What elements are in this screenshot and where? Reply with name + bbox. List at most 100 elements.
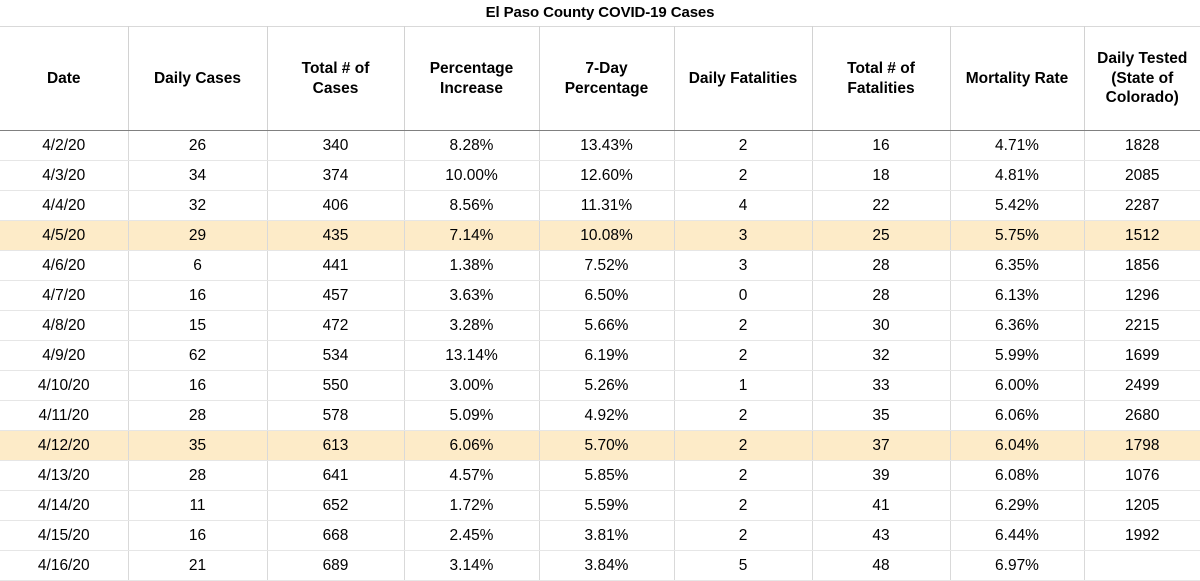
table-row[interactable]: 4/10/20 16 550 3.00% 5.26% 1 33 6.00% 2499 bbox=[0, 370, 1200, 401]
cell-tested[interactable]: 1828 bbox=[1084, 130, 1200, 161]
cell-date[interactable]: 4/15/20 bbox=[0, 520, 129, 551]
cell-date[interactable]: 4/4/20 bbox=[0, 190, 129, 221]
cell-tfat[interactable]: 35 bbox=[812, 400, 951, 431]
cell-daily[interactable]: 28 bbox=[128, 460, 268, 491]
cell-tested[interactable]: 1076 bbox=[1084, 460, 1200, 491]
cell-mort[interactable]: 6.13% bbox=[950, 280, 1085, 311]
cell-mort[interactable]: 6.00% bbox=[950, 370, 1085, 401]
cell-dfat[interactable]: 2 bbox=[674, 400, 813, 431]
cell-date[interactable]: 4/10/20 bbox=[0, 370, 129, 401]
table-row[interactable]: 4/14/20 11 652 1.72% 5.59% 2 41 6.29% 1205 bbox=[0, 490, 1200, 521]
table-row[interactable]: 4/9/20 62 534 13.14% 6.19% 2 32 5.99% 1699 bbox=[0, 340, 1200, 371]
cell-daily[interactable]: 28 bbox=[128, 400, 268, 431]
cell-total[interactable]: 689 bbox=[267, 550, 405, 581]
column-header-total[interactable]: Total # of Cases bbox=[267, 26, 405, 131]
cell-date[interactable]: 4/9/20 bbox=[0, 340, 129, 371]
cell-dfat[interactable]: 2 bbox=[674, 490, 813, 521]
cell-pct[interactable]: 1.38% bbox=[404, 250, 540, 281]
cell-dfat[interactable]: 2 bbox=[674, 520, 813, 551]
cell-tfat[interactable]: 22 bbox=[812, 190, 951, 221]
cell-mort[interactable]: 6.36% bbox=[950, 310, 1085, 341]
column-header-daily[interactable]: Daily Cases bbox=[128, 26, 268, 131]
cell-tested[interactable]: 1798 bbox=[1084, 430, 1200, 461]
column-header-pct[interactable]: Percentage Increase bbox=[404, 26, 540, 131]
cell-sevenday[interactable]: 3.81% bbox=[539, 520, 675, 551]
cell-mort[interactable]: 6.35% bbox=[950, 250, 1085, 281]
cell-total[interactable]: 374 bbox=[267, 160, 405, 191]
cell-daily[interactable]: 62 bbox=[128, 340, 268, 371]
cell-tested[interactable]: 2680 bbox=[1084, 400, 1200, 431]
cell-dfat[interactable]: 2 bbox=[674, 460, 813, 491]
cell-sevenday[interactable]: 4.92% bbox=[539, 400, 675, 431]
cell-mort[interactable]: 6.08% bbox=[950, 460, 1085, 491]
cell-pct[interactable]: 1.72% bbox=[404, 490, 540, 521]
cell-date[interactable]: 4/13/20 bbox=[0, 460, 129, 491]
cell-mort[interactable]: 6.06% bbox=[950, 400, 1085, 431]
cell-daily[interactable]: 16 bbox=[128, 370, 268, 401]
cell-date[interactable]: 4/12/20 bbox=[0, 430, 129, 461]
column-header-sevenday[interactable]: 7-Day Percentage bbox=[539, 26, 675, 131]
cell-sevenday[interactable]: 3.84% bbox=[539, 550, 675, 581]
cell-tfat[interactable]: 28 bbox=[812, 280, 951, 311]
cell-sevenday[interactable]: 11.31% bbox=[539, 190, 675, 221]
cell-date[interactable]: 4/5/20 bbox=[0, 220, 129, 251]
cell-daily[interactable]: 34 bbox=[128, 160, 268, 191]
cell-dfat[interactable]: 2 bbox=[674, 310, 813, 341]
table-row[interactable]: 4/15/20 16 668 2.45% 3.81% 2 43 6.44% 1992 bbox=[0, 520, 1200, 551]
cell-sevenday[interactable]: 6.50% bbox=[539, 280, 675, 311]
cell-mort[interactable]: 6.97% bbox=[950, 550, 1085, 581]
cell-daily[interactable]: 29 bbox=[128, 220, 268, 251]
cell-daily[interactable]: 21 bbox=[128, 550, 268, 581]
table-row[interactable]: 4/16/20 21 689 3.14% 3.84% 5 48 6.97% bbox=[0, 550, 1200, 581]
cell-sevenday[interactable]: 13.43% bbox=[539, 130, 675, 161]
cell-daily[interactable]: 6 bbox=[128, 250, 268, 281]
cell-pct[interactable]: 3.00% bbox=[404, 370, 540, 401]
table-row[interactable]: 4/4/20 32 406 8.56% 11.31% 4 22 5.42% 2287 bbox=[0, 190, 1200, 221]
cell-total[interactable]: 652 bbox=[267, 490, 405, 521]
cell-pct[interactable]: 7.14% bbox=[404, 220, 540, 251]
cell-sevenday[interactable]: 10.08% bbox=[539, 220, 675, 251]
cell-tfat[interactable]: 41 bbox=[812, 490, 951, 521]
cell-tfat[interactable]: 30 bbox=[812, 310, 951, 341]
cell-date[interactable]: 4/14/20 bbox=[0, 490, 129, 521]
cell-sevenday[interactable]: 5.59% bbox=[539, 490, 675, 521]
cell-pct[interactable]: 10.00% bbox=[404, 160, 540, 191]
cell-total[interactable]: 613 bbox=[267, 430, 405, 461]
column-header-mort[interactable]: Mortality Rate bbox=[950, 26, 1085, 131]
cell-tested[interactable]: 1296 bbox=[1084, 280, 1200, 311]
cell-pct[interactable]: 3.28% bbox=[404, 310, 540, 341]
cell-tfat[interactable]: 33 bbox=[812, 370, 951, 401]
cell-pct[interactable]: 6.06% bbox=[404, 430, 540, 461]
cell-tfat[interactable]: 18 bbox=[812, 160, 951, 191]
cell-tfat[interactable]: 25 bbox=[812, 220, 951, 251]
cell-total[interactable]: 340 bbox=[267, 130, 405, 161]
cell-dfat[interactable]: 2 bbox=[674, 430, 813, 461]
cell-mort[interactable]: 5.99% bbox=[950, 340, 1085, 371]
cell-sevenday[interactable]: 12.60% bbox=[539, 160, 675, 191]
cell-dfat[interactable]: 2 bbox=[674, 130, 813, 161]
cell-total[interactable]: 668 bbox=[267, 520, 405, 551]
cell-daily[interactable]: 26 bbox=[128, 130, 268, 161]
cell-date[interactable]: 4/16/20 bbox=[0, 550, 129, 581]
cell-dfat[interactable]: 3 bbox=[674, 250, 813, 281]
cell-dfat[interactable]: 2 bbox=[674, 340, 813, 371]
cell-dfat[interactable]: 0 bbox=[674, 280, 813, 311]
table-row[interactable]: 4/12/20 35 613 6.06% 5.70% 2 37 6.04% 1798 bbox=[0, 430, 1200, 461]
cell-tested[interactable]: 1992 bbox=[1084, 520, 1200, 551]
cell-dfat[interactable]: 4 bbox=[674, 190, 813, 221]
cell-pct[interactable]: 3.14% bbox=[404, 550, 540, 581]
column-header-dfat[interactable]: Daily Fatalities bbox=[674, 26, 813, 131]
cell-pct[interactable]: 8.56% bbox=[404, 190, 540, 221]
cell-pct[interactable]: 4.57% bbox=[404, 460, 540, 491]
cell-total[interactable]: 578 bbox=[267, 400, 405, 431]
cell-total[interactable]: 534 bbox=[267, 340, 405, 371]
cell-dfat[interactable]: 2 bbox=[674, 160, 813, 191]
cell-total[interactable]: 441 bbox=[267, 250, 405, 281]
cell-mort[interactable]: 6.29% bbox=[950, 490, 1085, 521]
cell-tested[interactable]: 2085 bbox=[1084, 160, 1200, 191]
table-row[interactable]: 4/5/20 29 435 7.14% 10.08% 3 25 5.75% 1512 bbox=[0, 220, 1200, 251]
cell-pct[interactable]: 8.28% bbox=[404, 130, 540, 161]
cell-dfat[interactable]: 3 bbox=[674, 220, 813, 251]
cell-total[interactable]: 435 bbox=[267, 220, 405, 251]
cell-total[interactable]: 406 bbox=[267, 190, 405, 221]
